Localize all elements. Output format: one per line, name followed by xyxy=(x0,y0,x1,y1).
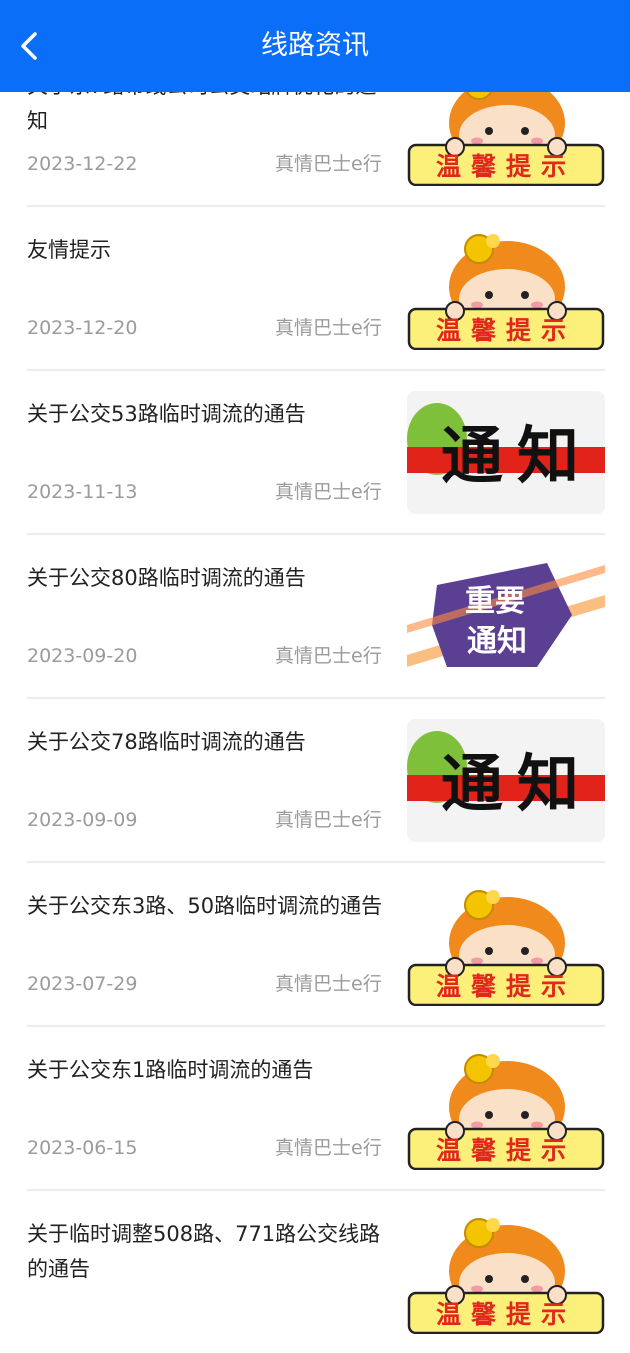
news-thumbnail: 温馨提示 xyxy=(407,883,605,1006)
news-title: 关于公交东1路临时调流的通告 xyxy=(27,1058,314,1082)
news-source: 真情巴士e行 xyxy=(275,481,382,503)
news-thumbnail: 通知 xyxy=(407,719,605,842)
news-item[interactable]: 友情提示 2023-12-20 真情巴士e行 温馨提示 xyxy=(27,206,605,371)
notice-label: 通知 xyxy=(441,419,593,492)
news-date: 2023-06-15 xyxy=(27,1137,138,1159)
news-date: 2023-07-29 xyxy=(27,973,138,995)
news-source: 真情巴士e行 xyxy=(275,153,382,175)
reminder-label: 温馨提示 xyxy=(436,1136,576,1165)
top-nav-bar: 线路资讯 xyxy=(0,0,630,92)
news-source: 真情巴士e行 xyxy=(275,317,382,339)
news-thumbnail: 温馨提示 xyxy=(407,227,605,350)
important-label-line2: 通知 xyxy=(467,624,527,659)
news-source: 真情巴士e行 xyxy=(275,809,382,831)
news-date: 2023-09-09 xyxy=(27,809,138,831)
reminder-label: 温馨提示 xyxy=(436,1300,576,1329)
news-thumbnail: 温馨提示 xyxy=(407,1047,605,1170)
news-title: 友情提示 xyxy=(27,238,111,262)
news-item[interactable]: 关于公交78路临时调流的通告 2023-09-09 真情巴士e行 通知 xyxy=(27,698,605,863)
news-thumbnail: 温馨提示 xyxy=(407,1211,605,1334)
news-source: 真情巴士e行 xyxy=(275,645,382,667)
news-item[interactable]: 关于公交东1路临时调流的通告 2023-06-15 真情巴士e行 温馨提示 xyxy=(27,1026,605,1191)
news-thumbnail: 重要 通知 xyxy=(407,555,605,678)
news-date: 2023-12-20 xyxy=(27,317,138,339)
news-title: 关于公交53路临时调流的通告 xyxy=(27,402,306,426)
news-item[interactable]: 关于公交80路临时调流的通告 2023-09-20 真情巴士e行 重要通知 xyxy=(27,534,605,699)
news-date: 2023-12-22 xyxy=(27,153,138,175)
news-title: 关于公交东3路、50路临时调流的通告 xyxy=(27,894,383,918)
news-title: 关于临时调整508路、771路公交线路的通告 xyxy=(27,1222,381,1281)
news-source: 真情巴士e行 xyxy=(275,973,382,995)
reminder-label: 温馨提示 xyxy=(436,152,576,181)
news-item[interactable]: 关于公交东3路、50路临时调流的通告 2023-07-29 真情巴士e行 温馨提… xyxy=(27,862,605,1027)
important-label-line1: 重要 xyxy=(465,584,525,619)
news-date: 2023-09-20 xyxy=(27,645,138,667)
news-source: 真情巴士e行 xyxy=(275,1137,382,1159)
news-list: 关于东7路带线公司公交站牌优化的通知 2023-12-22 真情巴士e行 温馨提… xyxy=(0,0,630,1334)
news-item[interactable]: 关于临时调整508路、771路公交线路的通告 温馨提示 xyxy=(27,1190,605,1353)
news-date: 2023-11-13 xyxy=(27,481,138,503)
news-title: 关于公交80路临时调流的通告 xyxy=(27,566,306,590)
news-item[interactable]: 关于公交53路临时调流的通告 2023-11-13 真情巴士e行 通知 xyxy=(27,370,605,535)
notice-label: 通知 xyxy=(441,747,593,820)
page-title: 线路资讯 xyxy=(261,30,369,61)
reminder-label: 温馨提示 xyxy=(436,316,576,345)
reminder-label: 温馨提示 xyxy=(436,972,576,1001)
news-title: 关于公交78路临时调流的通告 xyxy=(27,730,306,754)
news-thumbnail: 通知 xyxy=(407,391,605,514)
